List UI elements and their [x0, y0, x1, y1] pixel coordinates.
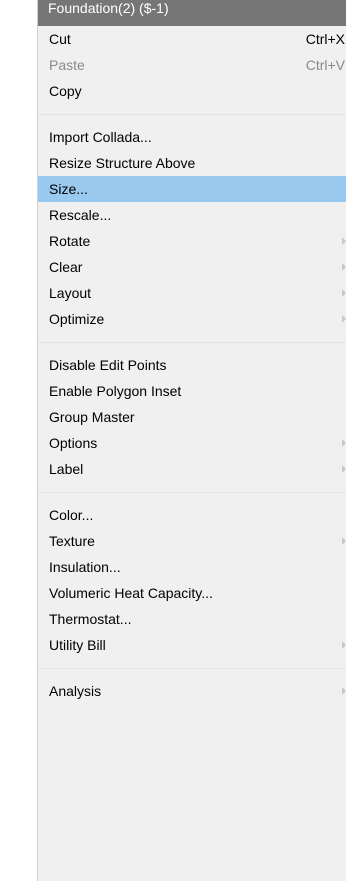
menu-item-analysis[interactable]: Analysis	[38, 678, 346, 704]
menu-item-label: Volumeric Heat Capacity...	[49, 585, 213, 601]
menu-item-color[interactable]: Color...	[38, 502, 346, 528]
menu-separator	[38, 104, 346, 124]
menu-item-insulation[interactable]: Insulation...	[38, 554, 346, 580]
menu-item-label: Optimize	[49, 311, 105, 327]
submenu-arrow-icon	[342, 263, 346, 271]
menu-item-label: Size...	[49, 181, 88, 197]
submenu-arrow-icon	[342, 641, 346, 649]
menu-item-optimize[interactable]: Optimize	[38, 306, 346, 332]
menu-item-volumetric-heat-capacity[interactable]: Volumeric Heat Capacity...	[38, 580, 346, 606]
menu-item-label: Disable Edit Points	[49, 357, 167, 373]
menu-item-layout[interactable]: Layout	[38, 280, 346, 306]
menu-item-label: Rotate	[49, 233, 91, 249]
menu-item-rescale[interactable]: Rescale...	[38, 202, 346, 228]
submenu-arrow-icon	[342, 537, 346, 545]
context-menu: Foundation(2) ($-1) Cut Ctrl+X Paste Ctr…	[37, 0, 346, 881]
menu-item-label-submenu[interactable]: Label	[38, 456, 346, 482]
submenu-arrow-icon	[342, 465, 346, 473]
menu-item-label: Texture	[49, 533, 95, 549]
menu-item-shortcut: Ctrl+X	[305, 31, 345, 47]
menu-item-texture[interactable]: Texture	[38, 528, 346, 554]
menu-item-label: Label	[49, 461, 84, 477]
menu-header-title: Foundation(2) ($-1)	[48, 0, 169, 16]
menu-item-cut[interactable]: Cut Ctrl+X	[38, 26, 346, 52]
menu-item-clear[interactable]: Clear	[38, 254, 346, 280]
menu-item-label: Options	[49, 435, 98, 451]
menu-item-label: Color...	[49, 507, 94, 523]
submenu-arrow-icon	[342, 289, 346, 297]
menu-separator	[38, 658, 346, 678]
menu-item-label: Thermostat...	[49, 611, 132, 627]
menu-item-label: Copy	[49, 83, 82, 99]
submenu-arrow-icon	[342, 315, 346, 323]
menu-item-group-master[interactable]: Group Master	[38, 404, 346, 430]
menu-item-label: Group Master	[49, 409, 135, 425]
submenu-arrow-icon	[342, 687, 346, 695]
menu-item-label: Import Collada...	[49, 129, 152, 145]
menu-item-label: Clear	[49, 259, 83, 275]
menu-item-label: Enable Polygon Inset	[49, 383, 182, 399]
menu-item-import-collada[interactable]: Import Collada...	[38, 124, 346, 150]
menu-separator	[38, 332, 346, 352]
menu-separator	[38, 482, 346, 502]
menu-item-utility-bill[interactable]: Utility Bill	[38, 632, 346, 658]
menu-item-label: Insulation...	[49, 559, 121, 575]
menu-header: Foundation(2) ($-1)	[38, 0, 346, 26]
menu-item-options[interactable]: Options	[38, 430, 346, 456]
menu-item-label: Cut	[49, 31, 71, 47]
menu-item-label: Layout	[49, 285, 92, 301]
menu-item-enable-polygon-inset[interactable]: Enable Polygon Inset	[38, 378, 346, 404]
menu-item-thermostat[interactable]: Thermostat...	[38, 606, 346, 632]
submenu-arrow-icon	[342, 439, 346, 447]
menu-item-size[interactable]: Size...	[38, 176, 346, 202]
menu-item-label: Analysis	[49, 683, 102, 699]
menu-item-label: Paste	[49, 57, 85, 73]
menu-item-rotate[interactable]: Rotate	[38, 228, 346, 254]
menu-item-shortcut: Ctrl+V	[305, 57, 345, 73]
menu-item-paste[interactable]: Paste Ctrl+V	[38, 52, 346, 78]
submenu-arrow-icon	[342, 237, 346, 245]
menu-item-disable-edit-points[interactable]: Disable Edit Points	[38, 352, 346, 378]
menu-item-resize-structure-above[interactable]: Resize Structure Above	[38, 150, 346, 176]
menu-item-label: Resize Structure Above	[49, 155, 196, 171]
menu-item-label: Rescale...	[49, 207, 112, 223]
menu-item-label: Utility Bill	[49, 637, 106, 653]
menu-item-copy[interactable]: Copy	[38, 78, 346, 104]
